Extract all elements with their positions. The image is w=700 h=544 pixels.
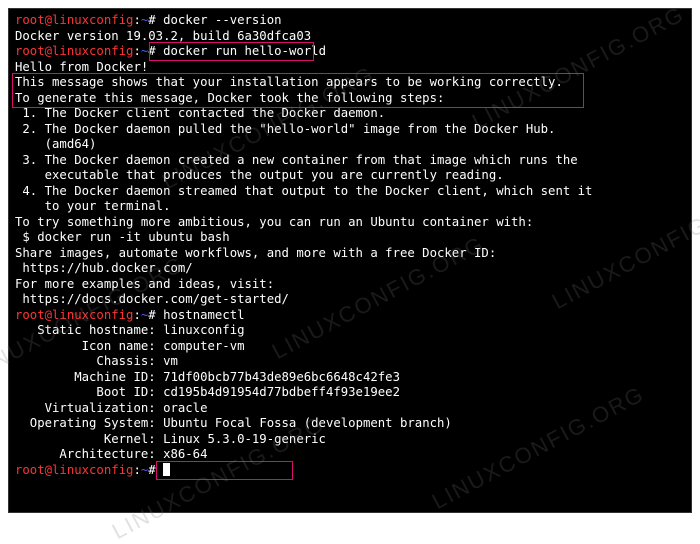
os-name: Ubuntu Focal Fossa [163, 416, 296, 430]
terminal-output: 1. The Docker client contacted the Docke… [15, 106, 685, 122]
hostnamectl-os-line: Operating System: Ubuntu Focal Fossa (de… [15, 416, 685, 432]
os-branch: (development branch) [296, 416, 451, 430]
prompt-sep: : [133, 44, 140, 58]
terminal-output: Share images, automate workflows, and mo… [15, 246, 685, 262]
prompt-sep: : [133, 13, 140, 27]
hostnamectl-output: Static hostname: linuxconfig [15, 323, 685, 339]
terminal-output: $ docker run -it ubuntu bash [15, 230, 685, 246]
terminal-output: 2. The Docker daemon pulled the "hello-w… [15, 122, 685, 138]
prompt-hash: # [148, 13, 163, 27]
hostnamectl-output: Boot ID: cd195b4d91954d77bdbeff4f93e19ee… [15, 385, 685, 401]
prompt-user-host: root@linuxconfig [15, 44, 133, 58]
hostnamectl-output: Architecture: x86-64 [15, 447, 685, 463]
prompt-user-host: root@linuxconfig [15, 463, 133, 477]
command-text: hostnamectl [163, 308, 244, 322]
prompt-hash: # [148, 44, 163, 58]
prompt-hash: # [148, 463, 163, 477]
terminal-output: Docker version 19.03.2, build 6a30dfca03 [15, 29, 685, 45]
hello-line: This message shows that your installatio… [15, 75, 685, 91]
terminal-line: root@linuxconfig:~# docker --version [15, 13, 685, 29]
terminal-output: 3. The Docker daemon created a new conta… [15, 153, 685, 169]
hostnamectl-output: Icon name: computer-vm [15, 339, 685, 355]
prompt-hash: # [148, 308, 163, 322]
terminal-output: https://docs.docker.com/get-started/ [15, 292, 685, 308]
prompt-user-host: root@linuxconfig [15, 13, 133, 27]
terminal-line: root@linuxconfig:~# hostnamectl [15, 308, 685, 324]
prompt-sep: : [133, 308, 140, 322]
prompt-sep: : [133, 463, 140, 477]
hello-line: Hello from Docker! [15, 60, 685, 76]
hostnamectl-output: Machine ID: 71df00bcb77b43de89e6bc6648c4… [15, 370, 685, 386]
terminal-output: For more examples and ideas, visit: [15, 277, 685, 293]
hostnamectl-output: Virtualization: oracle [15, 401, 685, 417]
terminal-output: (amd64) [15, 137, 685, 153]
cursor-block [163, 463, 170, 476]
prompt-user-host: root@linuxconfig [15, 308, 133, 322]
terminal-output: executable that produces the output you … [15, 168, 685, 184]
terminal-output: https://hub.docker.com/ [15, 261, 685, 277]
terminal-output: to your terminal. [15, 199, 685, 215]
terminal-window[interactable]: root@linuxconfig:~# docker --version Doc… [8, 8, 692, 513]
command-text: docker --version [163, 13, 281, 27]
hostnamectl-output: Kernel: Linux 5.3.0-19-generic [15, 432, 685, 448]
hostnamectl-output: Chassis: vm [15, 354, 685, 370]
terminal-output: 4. The Docker daemon streamed that outpu… [15, 184, 685, 200]
terminal-output: To generate this message, Docker took th… [15, 91, 685, 107]
terminal-line: root@linuxconfig:~# docker run hello-wor… [15, 44, 685, 60]
terminal-output: To try something more ambitious, you can… [15, 215, 685, 231]
os-label: Operating System: [15, 416, 163, 430]
terminal-prompt-idle[interactable]: root@linuxconfig:~# [15, 463, 685, 479]
command-text: docker run hello-world [163, 44, 326, 58]
